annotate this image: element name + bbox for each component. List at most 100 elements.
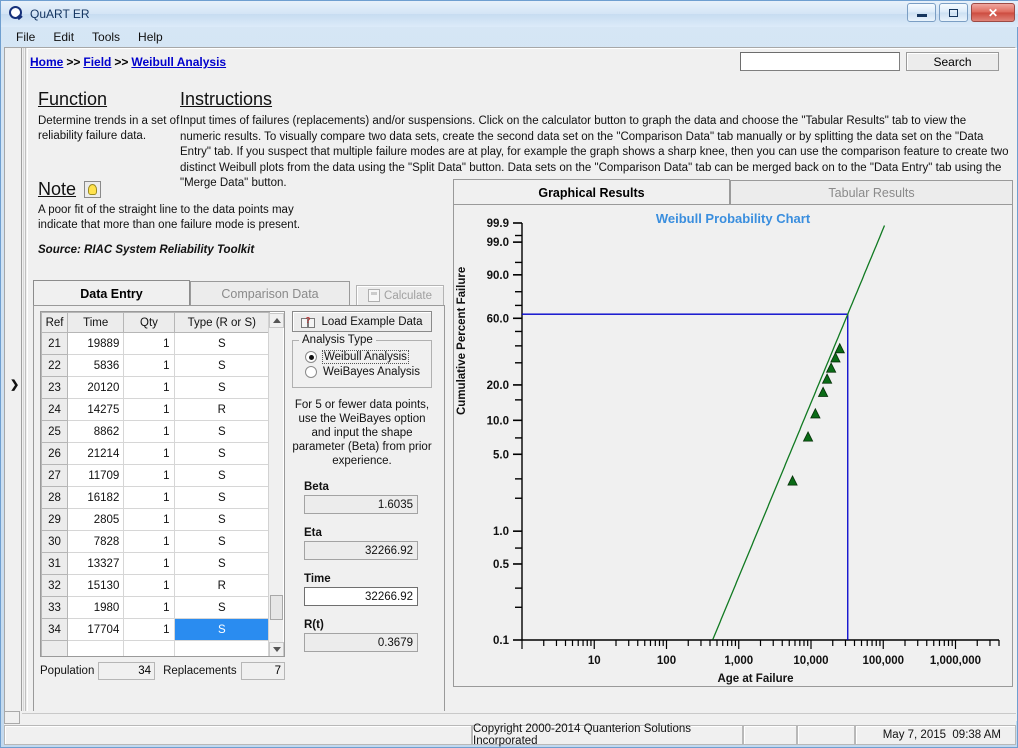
cell-ref: 23	[41, 376, 69, 399]
svg-text:0.1: 0.1	[493, 635, 510, 647]
table-row[interactable]: 31 13327 1 S	[41, 552, 271, 575]
cell-time[interactable]: 20120	[67, 376, 125, 399]
table-row[interactable]: 27 11709 1 S	[41, 464, 271, 487]
search-button[interactable]: Search	[906, 52, 999, 71]
weibull-probability-chart: 99.9 99.0 90.0 60.0 20.0 10.0 5.0 1.0 0.5 0.1 10 10…	[487, 218, 1000, 685]
cell-qty[interactable]: 1	[123, 574, 175, 597]
svg-text:1,000,000: 1,000,000	[930, 655, 981, 667]
cell-time[interactable]: 8862	[67, 420, 125, 443]
expand-sidebar-icon[interactable]: ❯	[10, 378, 19, 391]
cell-time[interactable]: 15130	[67, 574, 125, 597]
sidebar-splitter[interactable]	[23, 48, 26, 721]
cell-type[interactable]: S	[173, 354, 271, 377]
calculate-button[interactable]: Calculate	[356, 285, 444, 306]
menu-tools[interactable]: Tools	[83, 28, 129, 46]
cell-qty[interactable]	[123, 640, 175, 656]
cell-type[interactable]: S	[173, 442, 271, 465]
collapsed-sidebar[interactable]: ❯	[5, 48, 22, 721]
table-row[interactable]: 21 19889 1 S	[41, 332, 271, 355]
table-row[interactable]: 25 8862 1 S	[41, 420, 271, 443]
load-example-data-button[interactable]: ? Load Example Data	[292, 311, 432, 332]
radio-weibayes-analysis-icon[interactable]	[305, 366, 317, 378]
table-row[interactable]: 34 17704 1 S	[41, 618, 271, 641]
tab-comparison-data[interactable]: Comparison Data	[190, 281, 350, 306]
table-row[interactable]: 32 15130 1 R	[41, 574, 271, 597]
lightbulb-icon[interactable]	[84, 181, 102, 198]
radio-weibayes-analysis[interactable]: WeiBayes Analysis	[305, 366, 425, 378]
cell-qty[interactable]: 1	[123, 332, 175, 355]
scroll-up-button[interactable]	[269, 313, 284, 328]
table-row[interactable]: 23 20120 1 S	[41, 376, 271, 399]
tab-tabular-results[interactable]: Tabular Results	[730, 180, 1013, 205]
instructions-heading: Instructions	[180, 89, 273, 109]
results-tab-row: Graphical Results Tabular Results	[453, 179, 1013, 205]
cell-time[interactable]: 5836	[67, 354, 125, 377]
svg-text:10.0: 10.0	[487, 415, 509, 427]
cell-qty[interactable]: 1	[123, 530, 175, 553]
cell-type[interactable]: S	[173, 508, 271, 531]
cell-type[interactable]: S	[173, 376, 271, 399]
maximize-button[interactable]	[939, 3, 968, 22]
table-row[interactable]: 33 1980 1 S	[41, 596, 271, 619]
time-input[interactable]: 32266.92	[304, 587, 418, 606]
breadcrumb-home[interactable]: Home	[30, 55, 63, 69]
cell-type[interactable]: S	[173, 464, 271, 487]
cell-type[interactable]: S	[173, 530, 271, 553]
search-input[interactable]	[740, 52, 900, 71]
cell-time[interactable]: 14275	[67, 398, 125, 421]
scroll-down-button[interactable]	[269, 642, 284, 656]
tab-data-entry[interactable]: Data Entry	[33, 280, 190, 306]
cell-qty[interactable]: 1	[123, 376, 175, 399]
table-row[interactable]: 29 2805 1 S	[41, 508, 271, 531]
cell-type[interactable]	[173, 640, 271, 656]
table-vertical-scrollbar[interactable]	[268, 313, 284, 656]
breadcrumb-field[interactable]: Field	[83, 55, 111, 69]
cell-type-selected[interactable]: S	[173, 618, 271, 641]
cell-qty[interactable]: 1	[123, 508, 175, 531]
tab-graphical-results[interactable]: Graphical Results	[453, 179, 730, 205]
cell-type[interactable]: R	[173, 398, 271, 421]
cell-qty[interactable]: 1	[123, 486, 175, 509]
cell-type[interactable]: R	[173, 574, 271, 597]
close-button[interactable]: ✕	[971, 3, 1015, 22]
table-row[interactable]: 22 5836 1 S	[41, 354, 271, 377]
breadcrumb-weibull-analysis[interactable]: Weibull Analysis	[131, 55, 226, 69]
cell-qty[interactable]: 1	[123, 354, 175, 377]
client-area: ❯ Home >> Field >> Weibull Analysis Search F…	[4, 47, 1017, 722]
cell-time[interactable]: 13327	[67, 552, 125, 575]
table-row[interactable]: 30 7828 1 S	[41, 530, 271, 553]
time-label: Time	[304, 573, 331, 585]
cell-qty[interactable]: 1	[123, 618, 175, 641]
cell-time[interactable]: 1980	[67, 596, 125, 619]
radio-weibull-analysis[interactable]: Weibull Analysis	[305, 350, 425, 364]
menu-help[interactable]: Help	[129, 28, 172, 46]
scrollbar-thumb[interactable]	[270, 595, 283, 620]
radio-weibull-analysis-icon[interactable]	[305, 351, 317, 363]
cell-qty[interactable]: 1	[123, 552, 175, 575]
cell-time[interactable]: 11709	[67, 464, 125, 487]
cell-time[interactable]: 21214	[67, 442, 125, 465]
cell-type[interactable]: S	[173, 486, 271, 509]
cell-type[interactable]: S	[173, 552, 271, 575]
cell-time[interactable]: 19889	[67, 332, 125, 355]
menu-file[interactable]: File	[7, 28, 44, 46]
minimize-button[interactable]	[907, 3, 936, 22]
cell-qty[interactable]: 1	[123, 442, 175, 465]
cell-qty[interactable]: 1	[123, 420, 175, 443]
cell-type[interactable]: S	[173, 332, 271, 355]
cell-type[interactable]: S	[173, 420, 271, 443]
cell-time[interactable]: 17704	[67, 618, 125, 641]
menu-edit[interactable]: Edit	[44, 28, 83, 46]
table-row[interactable]	[41, 640, 271, 656]
cell-time[interactable]: 16182	[67, 486, 125, 509]
table-row[interactable]: 24 14275 1 R	[41, 398, 271, 421]
cell-time[interactable]: 2805	[67, 508, 125, 531]
table-row[interactable]: 26 21214 1 S	[41, 442, 271, 465]
cell-qty[interactable]: 1	[123, 596, 175, 619]
cell-time[interactable]: 7828	[67, 530, 125, 553]
cell-type[interactable]: S	[173, 596, 271, 619]
table-row[interactable]: 28 16182 1 S	[41, 486, 271, 509]
cell-qty[interactable]: 1	[123, 398, 175, 421]
cell-qty[interactable]: 1	[123, 464, 175, 487]
cell-time[interactable]	[67, 640, 125, 656]
